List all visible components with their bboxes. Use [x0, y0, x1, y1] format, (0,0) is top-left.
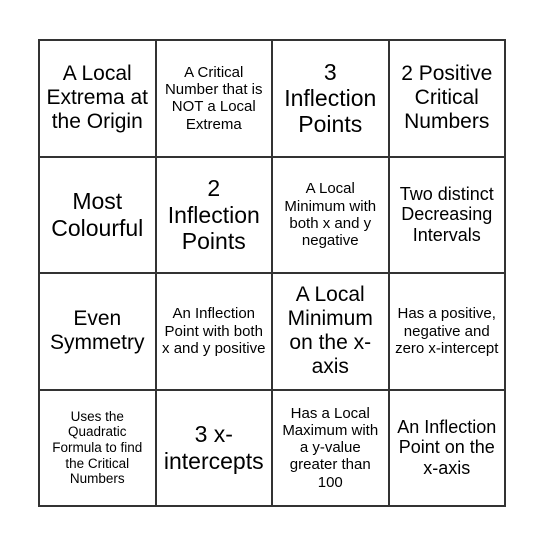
- bingo-cell[interactable]: 3 Inflection Points: [272, 40, 389, 157]
- bingo-cell[interactable]: An Inflection Point with both x and y po…: [155, 273, 272, 390]
- bingo-cell[interactable]: 2 Positive Critical Numbers: [388, 40, 505, 157]
- bingo-cell[interactable]: A Local Minimum with both x and y negati…: [272, 156, 389, 273]
- bingo-cell[interactable]: A Local Extrema at the Origin: [39, 40, 156, 157]
- bingo-cell[interactable]: Has a positive, negative and zero x-inte…: [388, 273, 505, 390]
- bingo-cell[interactable]: Most Colourful: [39, 156, 156, 273]
- bingo-cell[interactable]: Even Symmetry: [39, 273, 156, 390]
- bingo-cell[interactable]: 3 x-intercepts: [155, 389, 272, 506]
- bingo-cell[interactable]: A Critical Number that is NOT a Local Ex…: [155, 40, 272, 157]
- bingo-card: A Local Extrema at the Origin A Critical …: [38, 39, 506, 507]
- bingo-cell[interactable]: A Local Minimum on the x-axis: [272, 273, 389, 390]
- bingo-cell[interactable]: 2 Inflection Points: [155, 156, 272, 273]
- bingo-cell[interactable]: An Inflection Point on the x-axis: [388, 389, 505, 506]
- bingo-cell[interactable]: Has a Local Maximum with a y-value great…: [272, 389, 389, 506]
- bingo-cell[interactable]: Uses the Quadratic Formula to find the C…: [39, 389, 156, 506]
- bingo-cell[interactable]: Two distinct Decreasing Intervals: [388, 156, 505, 273]
